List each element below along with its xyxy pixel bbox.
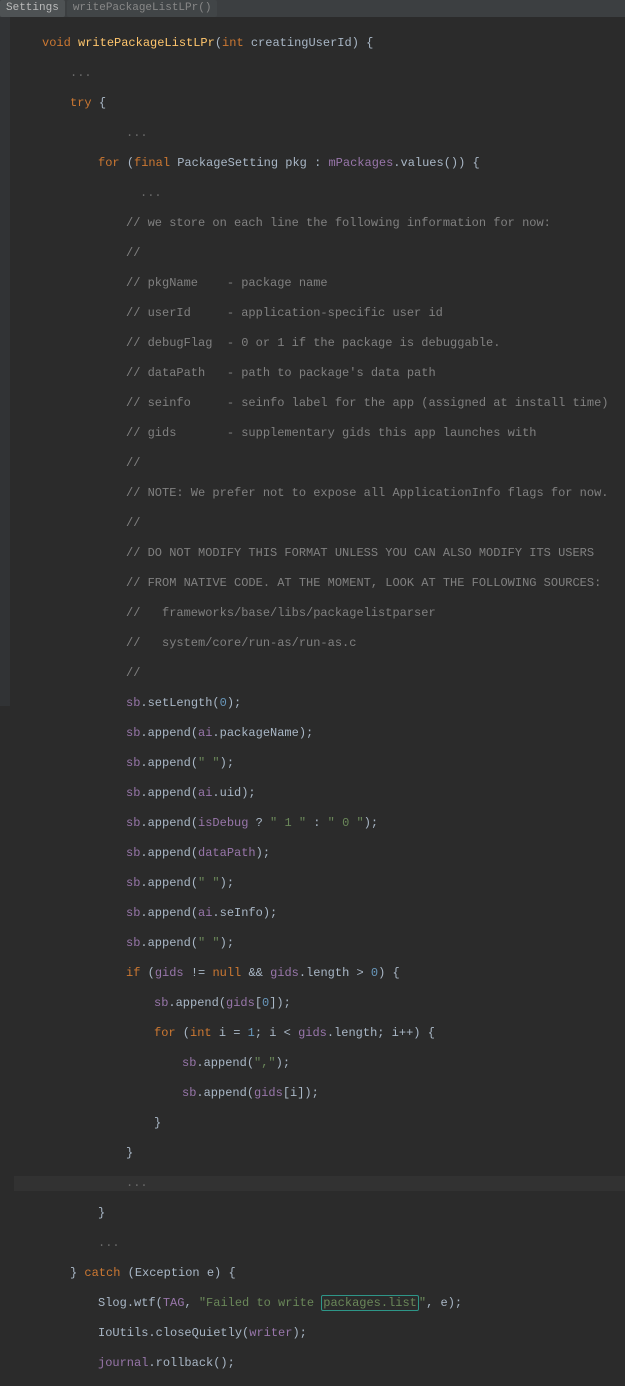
brace: } — [14, 1116, 625, 1131]
stmt: sb.setLength(0); — [14, 696, 625, 711]
stmt: sb.append(ai.seInfo); — [14, 906, 625, 921]
comment: // NOTE: We prefer not to expose all App… — [14, 486, 625, 501]
gutter — [0, 17, 10, 706]
comment: // system/core/run-as/run-as.c — [14, 636, 625, 651]
comment: // debugFlag - 0 or 1 if the package is … — [14, 336, 625, 351]
comment: // DO NOT MODIFY THIS FORMAT UNLESS YOU … — [14, 546, 625, 561]
comment: // userId - application-specific user id — [14, 306, 625, 321]
stmt: sb.append(" "); — [14, 936, 625, 951]
comment: // FROM NATIVE CODE. AT THE MOMENT, LOOK… — [14, 576, 625, 591]
code-editor[interactable]: void writePackageListLPr(int creatingUse… — [0, 17, 625, 1386]
brace: } — [14, 1146, 625, 1161]
stmt: journal.rollback(); — [14, 1356, 625, 1371]
breadcrumb: Settings writePackageListLPr() — [0, 0, 625, 17]
stmt: sb.append(isDebug ? " 1 " : " 0 "); — [14, 816, 625, 831]
for-loop: for (final PackageSetting pkg : mPackage… — [14, 156, 625, 171]
stmt: sb.append(","); — [14, 1056, 625, 1071]
search-highlight: packages.list — [321, 1295, 419, 1311]
stmt: sb.append(dataPath); — [14, 846, 625, 861]
comment: // seinfo - seinfo label for the app (as… — [14, 396, 625, 411]
stmt: sb.append(gids[i]); — [14, 1086, 625, 1101]
breadcrumb-method[interactable]: writePackageListLPr() — [67, 0, 218, 17]
comment: // — [14, 666, 625, 681]
stmt: sb.append(" "); — [14, 756, 625, 771]
if-stmt: if (gids != null && gids.length > 0) { — [14, 966, 625, 981]
catch-stmt: } catch (Exception e) { — [14, 1266, 625, 1281]
try-stmt: try { — [14, 96, 625, 111]
stmt: Slog.wtf(TAG, "Failed to write packages.… — [14, 1296, 625, 1311]
for-loop: for (int i = 1; i < gids.length; i++) { — [14, 1026, 625, 1041]
brace: } — [14, 1206, 625, 1221]
stmt: sb.append(ai.packageName); — [14, 726, 625, 741]
comment: // dataPath - path to package's data pat… — [14, 366, 625, 381]
breadcrumb-class[interactable]: Settings — [0, 0, 65, 17]
fold-marker[interactable]: ... — [14, 186, 625, 201]
fold-marker[interactable]: ... — [14, 1176, 625, 1191]
comment: // pkgName - package name — [14, 276, 625, 291]
stmt: sb.append(ai.uid); — [14, 786, 625, 801]
comment: // — [14, 456, 625, 471]
comment: // frameworks/base/libs/packagelistparse… — [14, 606, 625, 621]
comment: // gids - supplementary gids this app la… — [14, 426, 625, 441]
fold-marker[interactable]: ... — [14, 1236, 625, 1251]
method-signature: void writePackageListLPr(int creatingUse… — [14, 36, 625, 51]
comment: // — [14, 516, 625, 531]
stmt: IoUtils.closeQuietly(writer); — [14, 1326, 625, 1341]
fold-marker[interactable]: ... — [14, 126, 625, 141]
comment: // we store on each line the following i… — [14, 216, 625, 231]
comment: // — [14, 246, 625, 261]
stmt: sb.append(gids[0]); — [14, 996, 625, 1011]
fold-marker[interactable]: ... — [14, 66, 625, 81]
stmt: sb.append(" "); — [14, 876, 625, 891]
